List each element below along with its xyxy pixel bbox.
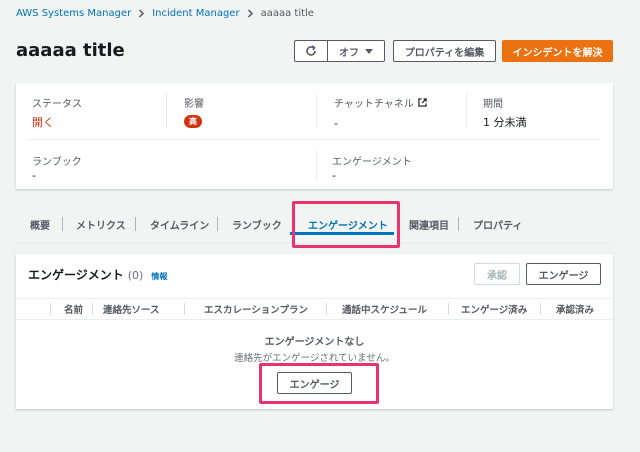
tab-separator (217, 217, 218, 231)
duration-value: 1 分未満 (483, 116, 527, 129)
tab-properties[interactable]: プロパティ (473, 205, 522, 243)
info-link[interactable]: 情報 (151, 271, 167, 282)
engagement-value: - (332, 169, 336, 182)
column-on-call-schedule[interactable]: 通話中スケジュール (342, 299, 427, 319)
tab-separator (62, 217, 63, 231)
divider (166, 93, 167, 129)
tab-runbook[interactable]: ランブック (232, 205, 282, 243)
panel-title: エンゲージメント (28, 268, 124, 282)
edit-properties-button[interactable]: プロパティを編集 (393, 40, 496, 62)
refresh-button[interactable] (294, 40, 328, 62)
caret-down-icon (365, 48, 373, 54)
engagement-label: エンゲージメント (332, 157, 412, 168)
empty-state-description: 連絡先がエンゲージされていません。 (234, 353, 395, 364)
tab-timeline[interactable]: タイムライン (150, 205, 209, 243)
tab-separator (135, 217, 136, 231)
panel-header: エンゲージメント (0) 情報 (28, 266, 167, 283)
runbook-value: - (32, 169, 36, 182)
divider (28, 139, 601, 140)
breadcrumb-systems-manager[interactable]: AWS Systems Manager (16, 8, 131, 19)
tab-separator (458, 217, 459, 231)
chat-channel-label-text: チャットチャネル (334, 99, 414, 110)
column-separator (92, 303, 93, 315)
page-title: aaaaa title (16, 40, 125, 61)
chevron-right-icon (247, 9, 253, 18)
divider (316, 93, 317, 129)
resolve-incident-button[interactable]: インシデントを解決 (502, 40, 613, 62)
breadcrumb-incident-manager[interactable]: Incident Manager (152, 8, 239, 19)
tab-metrics[interactable]: メトリクス (76, 205, 126, 243)
table-header: 名前 連絡先ソース エスカレーションプラン 通話中スケジュール エンゲージ済み … (16, 298, 613, 320)
empty-engage-button[interactable]: エンゲージ (277, 372, 352, 394)
chevron-right-icon (139, 9, 145, 18)
refresh-icon (306, 45, 316, 56)
column-acknowledged[interactable]: 承認済み (556, 299, 594, 319)
active-tab-indicator (290, 232, 394, 235)
chat-channel-label: チャットチャネル (334, 95, 427, 110)
divider (466, 93, 467, 129)
engagement-count: (0) (127, 269, 144, 282)
empty-state-title: エンゲージメントなし (264, 337, 365, 348)
approve-button[interactable]: 承認 (474, 263, 520, 285)
column-separator (326, 303, 327, 315)
tab-engagements[interactable]: エンゲージメント (308, 205, 388, 243)
tabs-divider (16, 243, 613, 244)
chat-channel-value: - (334, 117, 338, 130)
column-contact-source[interactable]: 連絡先ソース (103, 299, 160, 319)
status-label: ステータス (32, 99, 82, 110)
tab-bar: 概要 メトリクス タイムライン ランブック エンゲージメント 関連項目 プロパテ… (16, 205, 613, 243)
engage-button[interactable]: エンゲージ (526, 263, 601, 285)
column-separator (448, 303, 449, 315)
divider (316, 149, 317, 181)
column-name[interactable]: 名前 (64, 299, 83, 319)
runbook-label: ランブック (32, 157, 82, 168)
auto-refresh-dropdown[interactable]: オフ (327, 40, 385, 62)
breadcrumb: AWS Systems Manager Incident Manager aaa… (16, 8, 314, 19)
tab-separator (399, 217, 400, 231)
engagements-panel: エンゲージメント (0) 情報 承認 エンゲージ 名前 連絡先ソース エスカレー… (16, 254, 613, 409)
column-escalation-plan[interactable]: エスカレーションプラン (204, 299, 308, 319)
breadcrumb-current: aaaaa title (260, 8, 314, 19)
incident-summary: ステータス 開く 影響 高 チャットチャネル - 期間 1 分未満 ランブック … (16, 83, 613, 189)
external-link-icon[interactable] (418, 98, 427, 107)
column-separator (540, 303, 541, 315)
tab-related-items[interactable]: 関連項目 (409, 205, 449, 243)
impact-badge: 高 (184, 115, 202, 128)
column-separator (184, 303, 185, 315)
column-separator (50, 303, 51, 315)
duration-label: 期間 (483, 99, 503, 110)
status-value: 開く (32, 116, 54, 129)
column-engaged[interactable]: エンゲージ済み (461, 299, 527, 319)
tab-separator (294, 217, 295, 231)
impact-label: 影響 (184, 99, 204, 110)
tab-overview[interactable]: 概要 (30, 205, 50, 243)
auto-refresh-label: オフ (339, 47, 359, 59)
